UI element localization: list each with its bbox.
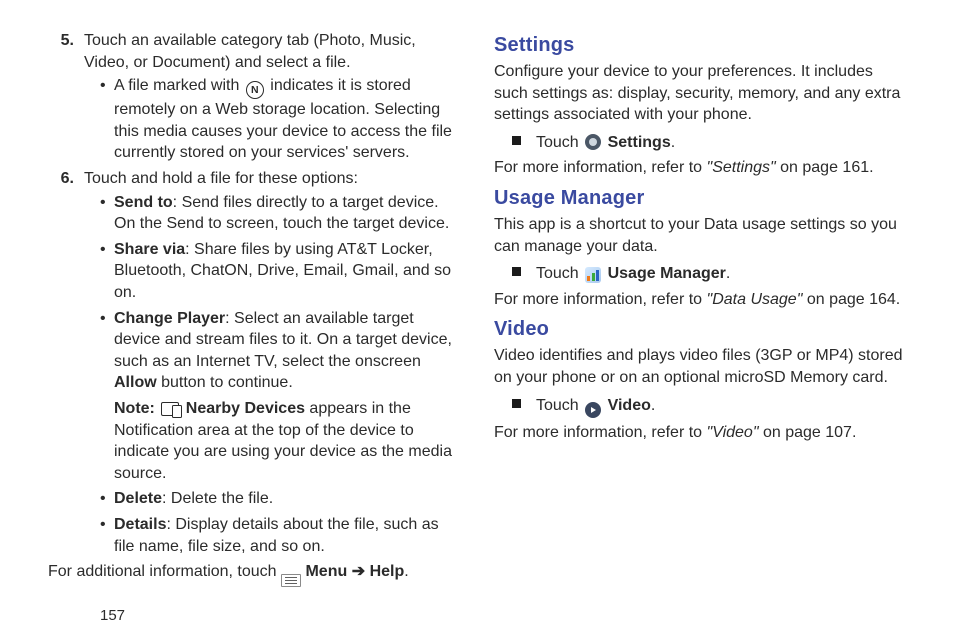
- step-6-number: 6.: [54, 168, 74, 190]
- usage-ref-italic: "Data Usage": [707, 291, 803, 308]
- usage-manager-label: Usage Manager: [608, 265, 726, 282]
- usage-touch-line: Touch Usage Manager.: [512, 263, 906, 285]
- remote-n-icon: N: [246, 81, 264, 99]
- menu-label: Menu: [305, 563, 347, 580]
- additional-info-pre: For additional information, touch: [48, 563, 281, 580]
- step-5: 5. Touch an available category tab (Phot…: [54, 30, 460, 73]
- opt-send-to: Send to: Send files directly to a target…: [100, 192, 460, 235]
- arrow-icon: ➔: [352, 563, 365, 580]
- page-number: 157: [100, 606, 125, 626]
- gear-icon: [585, 134, 601, 150]
- change-player-text-2: button to continue.: [157, 374, 293, 391]
- video-label: Video: [608, 397, 651, 414]
- usage-ref: For more information, refer to "Data Usa…: [494, 289, 906, 311]
- allow-label: Allow: [114, 374, 157, 391]
- note-label: Note:: [114, 400, 155, 417]
- step-5-sub: A file marked with N indicates it is sto…: [84, 75, 460, 164]
- menu-icon: [281, 574, 301, 587]
- delete-text: : Delete the file.: [162, 490, 273, 507]
- step-6-text: Touch and hold a file for these options:: [84, 168, 358, 190]
- additional-info-line: For additional information, touch Menu ➔…: [48, 561, 460, 587]
- share-via-label: Share via: [114, 241, 185, 258]
- step-5-bullet-pre: A file marked with: [114, 77, 244, 94]
- step-6-options: Send to: Send files directly to a target…: [84, 192, 460, 558]
- video-touch-line: Touch Video.: [512, 395, 906, 418]
- step-5-number: 5.: [54, 30, 74, 73]
- opt-share-via: Share via: Share files by using AT&T Loc…: [100, 239, 460, 304]
- play-icon: [585, 402, 601, 418]
- usage-manager-icon: [585, 267, 601, 283]
- touch-text: Touch: [536, 134, 583, 151]
- step-5-bullet: A file marked with N indicates it is sto…: [100, 75, 460, 164]
- delete-label: Delete: [114, 490, 162, 507]
- opt-details: Details: Display details about the file,…: [100, 514, 460, 557]
- usage-manager-heading: Usage Manager: [494, 185, 906, 212]
- video-heading: Video: [494, 316, 906, 343]
- settings-desc: Configure your device to your preference…: [494, 61, 906, 126]
- nearby-devices-note: Note: Nearby Devices appears in the Noti…: [114, 398, 460, 484]
- touch-text: Touch: [536, 265, 583, 282]
- right-column: Settings Configure your device to your p…: [494, 28, 906, 628]
- opt-delete: Delete: Delete the file.: [100, 488, 460, 510]
- settings-ref-italic: "Settings": [707, 159, 776, 176]
- nearby-devices-icon: [161, 402, 179, 416]
- change-player-label: Change Player: [114, 310, 225, 327]
- video-ref-italic: "Video": [707, 424, 759, 441]
- opt-change-player: Change Player: Select an available targe…: [100, 308, 460, 394]
- settings-label: Settings: [608, 134, 671, 151]
- settings-touch-line: Touch Settings.: [512, 132, 906, 154]
- video-desc: Video identifies and plays video files (…: [494, 345, 906, 388]
- step-5-text: Touch an available category tab (Photo, …: [84, 30, 460, 73]
- left-column: 5. Touch an available category tab (Phot…: [48, 28, 460, 628]
- usage-desc: This app is a shortcut to your Data usag…: [494, 214, 906, 257]
- nearby-devices-label: Nearby Devices: [186, 400, 305, 417]
- help-label: Help: [370, 563, 405, 580]
- details-label: Details: [114, 516, 166, 533]
- two-column-layout: 5. Touch an available category tab (Phot…: [48, 28, 906, 628]
- settings-ref: For more information, refer to "Settings…: [494, 157, 906, 179]
- touch-text: Touch: [536, 397, 583, 414]
- settings-heading: Settings: [494, 32, 906, 59]
- send-to-label: Send to: [114, 194, 173, 211]
- video-ref: For more information, refer to "Video" o…: [494, 422, 906, 444]
- step-6: 6. Touch and hold a file for these optio…: [54, 168, 460, 190]
